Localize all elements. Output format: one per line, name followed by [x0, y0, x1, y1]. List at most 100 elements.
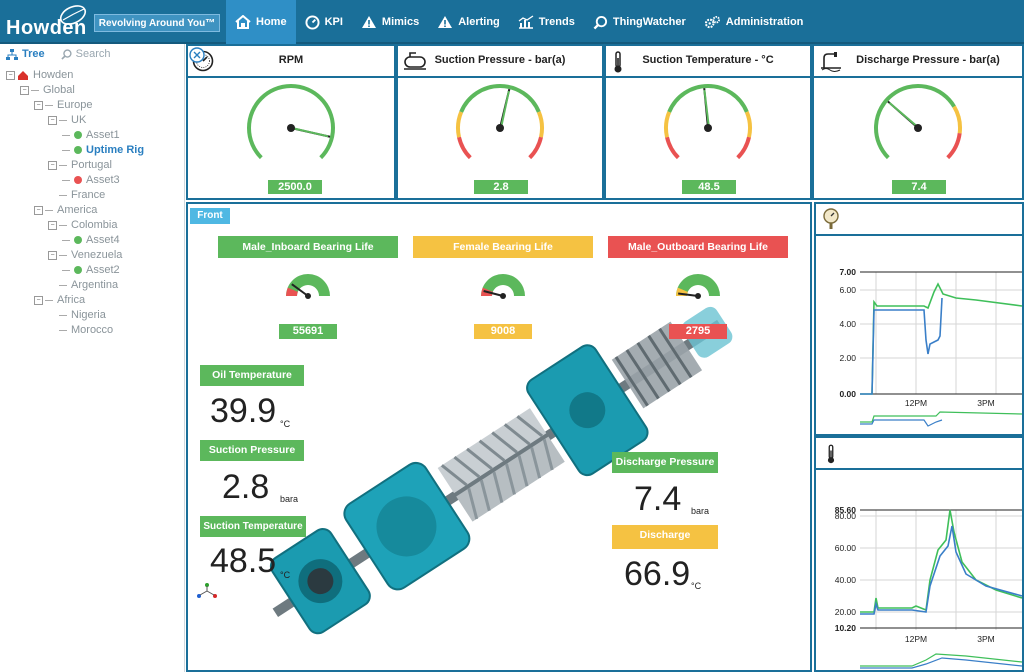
tree-node-portugal[interactable]: − Portugal [48, 158, 112, 172]
tree-node-label: Asset3 [86, 174, 120, 186]
gauge-needle-highlight [888, 102, 920, 129]
collapse-icon[interactable]: − [48, 220, 57, 230]
x-tick-label: 3PM [977, 398, 994, 408]
main-nav: Home KPI Mimics Alerting Trends ThingWat… [226, 0, 812, 44]
discharge-temperature-unit: °C [691, 581, 702, 591]
tree-node-colombia[interactable]: − Colombia [48, 218, 117, 232]
y-tick-label: 7.00 [839, 267, 856, 277]
oil-temperature-label: Oil Temperature [200, 365, 304, 386]
discharge-pressure-label: Discharge Pressure [612, 452, 718, 473]
gauge-panel-discharge-pressure: Discharge Pressure - bar(a) 7.4 [812, 44, 1024, 200]
gauge-title: Suction Pressure - bar(a) [434, 54, 566, 66]
collapse-icon[interactable]: − [34, 205, 43, 215]
suction-temperature-trend-panel: 85.60 80.00 60.00 40.00 20.00 10.20 12PM 3PM [814, 436, 1024, 672]
howden-logo[interactable]: Howden [6, 5, 86, 40]
tree-node-morocco[interactable]: Morocco [48, 323, 113, 337]
bearing-label-male-outboard: Male_Outboard Bearing Life [608, 236, 788, 258]
bearing-value-male-inboard: 55691 [279, 324, 337, 339]
gauge-band [456, 111, 464, 138]
search-icon [593, 15, 607, 29]
nav-trends-label: Trends [538, 16, 575, 28]
y-tick-label: 2.00 [839, 353, 856, 363]
warning-icon [361, 16, 376, 28]
tree-node-label: Colombia [71, 219, 118, 231]
nav-home-label: Home [256, 16, 287, 28]
gauge-value: 7.4 [892, 180, 946, 194]
tree-node-asset3[interactable]: Asset3 [62, 173, 120, 187]
suction-temperature-unit: °C [280, 570, 291, 580]
tree-node-label: Nigeria [71, 309, 106, 321]
discharge-temperature-value: 66.9 [624, 555, 691, 593]
status-dot-icon [74, 266, 82, 275]
bearing-value-male-outboard: 2795 [669, 324, 727, 339]
tree-node-asset1[interactable]: Asset1 [62, 128, 120, 142]
axis-triad-icon[interactable] [196, 582, 218, 600]
collapse-icon[interactable]: − [34, 100, 43, 110]
pressure-gauge-icon [823, 208, 839, 229]
tree-node-europe[interactable]: − Europe [34, 98, 92, 112]
suction-pressure-value: 2.8 [222, 468, 270, 506]
gauge-needle-highlight [291, 127, 329, 138]
collapse-icon[interactable]: − [6, 70, 15, 80]
tree-node-uk[interactable]: − UK [48, 113, 86, 127]
tree-node-label: Europe [57, 99, 93, 111]
gauge-hub [496, 124, 504, 132]
collapse-icon[interactable]: − [34, 295, 43, 305]
nav-home[interactable]: Home [226, 0, 296, 44]
tree-node-argentina[interactable]: Argentina [48, 278, 118, 292]
collapse-icon[interactable]: − [48, 160, 57, 170]
top-navigation-bar: Howden Revolving Around You™ Home KPI Mi… [0, 0, 1024, 44]
tree-node-nigeria[interactable]: Nigeria [48, 308, 106, 322]
suction-temperature-value: 48.5 [210, 542, 277, 580]
gauge-value: 2500.0 [268, 180, 322, 194]
tree-tabs: Tree Search [0, 44, 184, 64]
nav-administration[interactable]: Administration [695, 0, 813, 44]
tab-search[interactable]: Search [60, 48, 111, 60]
y-tick-label: 10.20 [835, 623, 857, 633]
oil-temperature-value: 39.9 [210, 392, 277, 430]
close-icon[interactable] [189, 47, 205, 63]
suction-pressure-trend-chart[interactable]: 7.00 6.00 4.00 2.00 0.00 12PM 3PM [816, 236, 1022, 436]
suction-temperature-trend-chart[interactable]: 85.6080.0060.0040.0020.0010.2012PM 3PM [816, 470, 1022, 672]
gauge-band [952, 105, 962, 134]
status-dot-icon [74, 131, 82, 140]
gauge-panel-rpm: RPM 2500.0 [186, 44, 396, 200]
tree-node-venezuela[interactable]: − Venezuela [48, 248, 122, 262]
tab-tree[interactable]: Tree [6, 48, 45, 60]
x-tick-label: 12PM [905, 634, 927, 644]
nav-trends[interactable]: Trends [509, 0, 584, 44]
gauge-title: Suction Temperature - °C [642, 54, 774, 66]
nav-kpi[interactable]: KPI [296, 0, 352, 44]
gauge-header: Suction Temperature - °C [606, 46, 810, 78]
rpm-gauge [247, 84, 335, 160]
tree-node-howden[interactable]: − Howden [6, 68, 73, 82]
tree-node-label: Asset4 [86, 234, 120, 246]
tree-node-uptime-rig[interactable]: Uptime Rig [62, 143, 144, 157]
x-tick-label: 3PM [977, 634, 994, 644]
bearing-life-gauge [481, 274, 525, 299]
nav-mimics[interactable]: Mimics [352, 0, 428, 44]
collapse-icon[interactable]: − [48, 115, 57, 125]
y-tick-label: 4.00 [839, 319, 856, 329]
suction-pressure-trend-panel: 7.00 6.00 4.00 2.00 0.00 12PM 3PM [814, 202, 1024, 436]
tab-search-label: Search [75, 48, 111, 60]
tree-node-global[interactable]: − Global [20, 83, 75, 97]
bearing-life-gauge [286, 274, 330, 299]
oil-temperature-unit: °C [280, 419, 291, 429]
tree-node-france[interactable]: France [48, 188, 105, 202]
gauge-panel-suction-pressure: Suction Pressure - bar(a) 2.8 [396, 44, 604, 200]
tree-node-africa[interactable]: − Africa [34, 293, 85, 307]
tree-node-america[interactable]: − America [34, 203, 97, 217]
nav-thingwatcher[interactable]: ThingWatcher [584, 0, 695, 44]
nav-alerting[interactable]: Alerting [428, 0, 509, 44]
thermometer-icon [827, 444, 835, 464]
collapse-icon[interactable]: − [20, 85, 29, 95]
gauge-band [664, 111, 672, 138]
gauge-title: Discharge Pressure - bar(a) [856, 54, 1000, 66]
collapse-icon[interactable]: − [48, 250, 57, 260]
suction-pressure-gauge [456, 84, 544, 160]
tree-node-asset2[interactable]: Asset2 [62, 263, 120, 277]
tree-node-asset4[interactable]: Asset4 [62, 233, 120, 247]
nav-kpi-label: KPI [324, 16, 343, 28]
asset-tree-panel: Tree Search − Howden − Global − Europe − UK Asse… [0, 44, 185, 672]
